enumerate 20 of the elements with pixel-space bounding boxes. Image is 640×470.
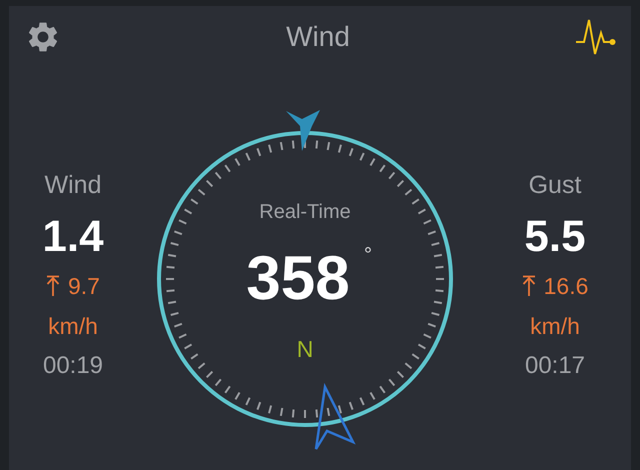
compass-caption: Real-Time — [259, 201, 351, 223]
time-label: 00:17 — [524, 352, 586, 380]
stat-label: Gust — [528, 170, 582, 200]
cardinal-direction: N — [296, 336, 314, 362]
navigation-arrow-icon — [314, 382, 356, 450]
degree-symbol: ° — [364, 244, 372, 266]
direction-marker — [286, 110, 320, 151]
pulse-icon[interactable] — [574, 18, 617, 56]
stat-value: 5.5 — [524, 212, 586, 262]
max-value: 16.6 — [544, 272, 588, 300]
max-value: 9.7 — [68, 272, 100, 300]
max-arrow-icon — [46, 275, 60, 297]
stat-value: 1.4 — [42, 212, 104, 262]
max-arrow-icon — [522, 275, 536, 297]
stat-label: Wind — [44, 170, 102, 200]
direction-value: 358 — [246, 244, 350, 313]
unit-label: km/h — [530, 312, 580, 340]
time-label: 00:19 — [42, 352, 104, 380]
unit-label: km/h — [48, 312, 98, 340]
window-title: Wind — [286, 21, 350, 53]
